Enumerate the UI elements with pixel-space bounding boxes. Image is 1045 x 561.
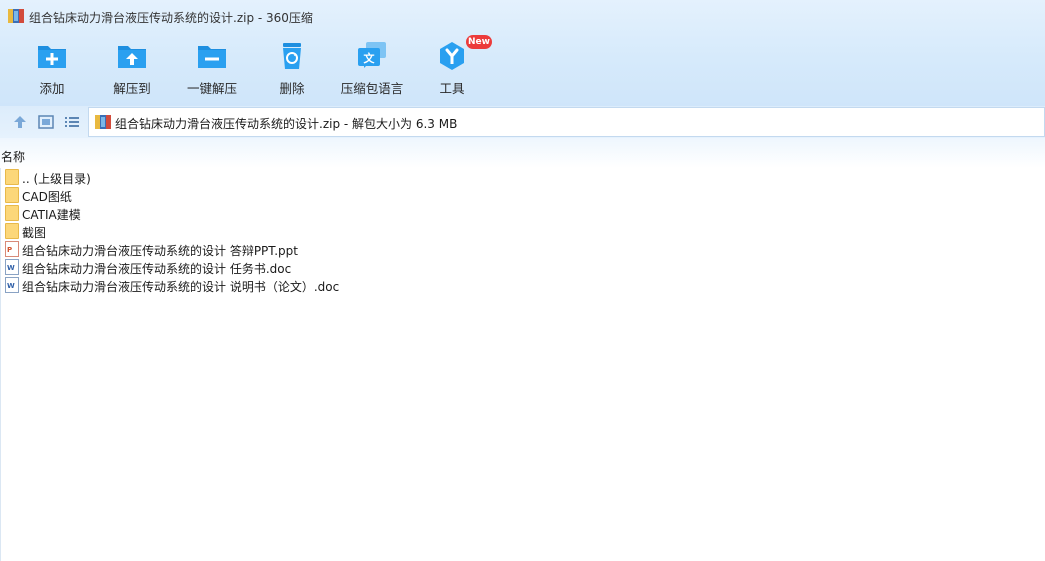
column-header: 名称: [0, 138, 1045, 168]
app-header: 组合钻床动力滑台液压传动系统的设计.zip - 360压缩 添加 解压到 一键解…: [0, 0, 1045, 106]
folder-icon: [5, 205, 19, 221]
folder-icon: [5, 169, 19, 185]
list-view-icon[interactable]: [64, 114, 80, 130]
file-name: CAD图纸: [22, 190, 72, 204]
list-item[interactable]: CATIA建模: [1, 204, 1045, 222]
list-item[interactable]: CAD图纸: [1, 186, 1045, 204]
doc-file-icon: [5, 277, 19, 293]
language-icon: 文: [358, 42, 386, 68]
extract-to-button[interactable]: 解压到: [92, 38, 172, 102]
file-name: 组合钻床动力滑台液压传动系统的设计 答辩PPT.ppt: [22, 244, 298, 258]
one-click-extract-icon: [198, 46, 226, 68]
list-item[interactable]: 组合钻床动力滑台液压传动系统的设计 任务书.doc: [1, 258, 1045, 276]
file-name: 截图: [22, 226, 47, 240]
list-item-parent-directory[interactable]: .. (上级目录): [1, 168, 1045, 186]
delete-button[interactable]: 删除: [252, 38, 332, 102]
archive-icon: [95, 115, 111, 129]
address-bar[interactable]: 组合钻床动力滑台液压传动系统的设计.zip - 解包大小为 6.3 MB: [88, 107, 1045, 137]
add-button[interactable]: 添加: [12, 38, 92, 102]
delete-label: 删除: [279, 81, 305, 96]
folder-icon: [5, 187, 19, 203]
folder-icon: [5, 223, 19, 239]
list-item[interactable]: 截图: [1, 222, 1045, 240]
svg-text:文: 文: [364, 51, 376, 65]
list-item[interactable]: 组合钻床动力滑台液压传动系统的设计 答辩PPT.ppt: [1, 240, 1045, 258]
toolbar: 添加 解压到 一键解压 删除 文 压缩包语言 New 工具: [0, 34, 1045, 104]
title-bar: 组合钻床动力滑台液压传动系统的设计.zip - 360压缩: [0, 0, 1045, 34]
list-item[interactable]: 组合钻床动力滑台液压传动系统的设计 说明书（论文）.doc: [1, 276, 1045, 294]
file-name: CATIA建模: [22, 208, 81, 222]
archive-language-button[interactable]: 文 压缩包语言: [332, 38, 412, 102]
ppt-file-icon: [5, 241, 19, 257]
archive-language-label: 压缩包语言: [340, 81, 404, 96]
new-badge: New: [466, 35, 492, 49]
extract-to-label: 解压到: [113, 81, 151, 96]
up-arrow-icon[interactable]: [12, 114, 28, 130]
navigation-bar: 组合钻床动力滑台液压传动系统的设计.zip - 解包大小为 6.3 MB: [0, 106, 1045, 138]
one-click-extract-label: 一键解压: [186, 81, 237, 96]
name-column-header[interactable]: 名称: [1, 148, 25, 165]
recycle-bin-icon: [283, 43, 301, 69]
address-text: 组合钻床动力滑台液压传动系统的设计.zip - 解包大小为 6.3 MB: [115, 117, 458, 131]
tools-icon: [440, 42, 464, 70]
thumbnail-view-icon[interactable]: [38, 114, 54, 130]
file-name: 组合钻床动力滑台液压传动系统的设计 说明书（论文）.doc: [22, 280, 340, 294]
extract-to-icon: [118, 46, 146, 68]
add-folder-icon: [38, 46, 66, 68]
add-label: 添加: [39, 81, 65, 96]
tools-button[interactable]: New 工具: [412, 35, 492, 102]
window-title: 组合钻床动力滑台液压传动系统的设计.zip - 360压缩: [29, 11, 313, 25]
file-name: .. (上级目录): [22, 172, 91, 186]
doc-file-icon: [5, 259, 19, 275]
one-click-extract-button[interactable]: 一键解压: [172, 38, 252, 102]
file-list: .. (上级目录) CAD图纸 CATIA建模 截图 组合钻床动力滑台液压传动系…: [0, 168, 1045, 561]
file-name: 组合钻床动力滑台液压传动系统的设计 任务书.doc: [22, 262, 292, 276]
archive-icon: [8, 9, 24, 23]
tools-label: 工具: [439, 81, 465, 96]
